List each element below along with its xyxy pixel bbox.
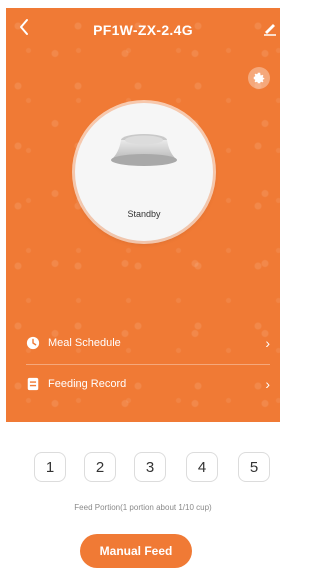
portion-button-3[interactable]: 3 [134,452,166,482]
feeding-record-row[interactable]: Feeding Record › [26,372,270,396]
page-title: PF1W-ZX-2.4G [93,22,193,38]
portion-button-5[interactable]: 5 [238,452,270,482]
portion-selector: 1 2 3 4 5 [34,452,270,482]
portion-button-4[interactable]: 4 [186,452,218,482]
portion-button-2[interactable]: 2 [84,452,116,482]
edit-button[interactable] [262,20,278,36]
feed-portion-hint: Feed Portion(1 portion about 1/10 cup) [74,503,212,512]
device-status-text: Standby [127,209,161,219]
meal-schedule-row[interactable]: Meal Schedule › [26,331,270,355]
settings-button[interactable] [248,67,270,89]
meal-schedule-label: Meal Schedule [48,337,121,349]
pet-bowl-image [111,134,177,166]
divider [26,364,270,365]
chevron-right-icon: › [265,335,270,351]
gear-icon [253,72,265,84]
pencil-icon [264,24,276,36]
feeding-record-label: Feeding Record [48,378,127,390]
clock-icon [26,336,40,350]
device-status-circle [75,103,213,241]
chevron-right-icon: › [265,376,270,392]
portion-button-1[interactable]: 1 [34,452,66,482]
document-icon [27,377,39,391]
manual-feed-button[interactable]: Manual Feed [80,534,192,568]
